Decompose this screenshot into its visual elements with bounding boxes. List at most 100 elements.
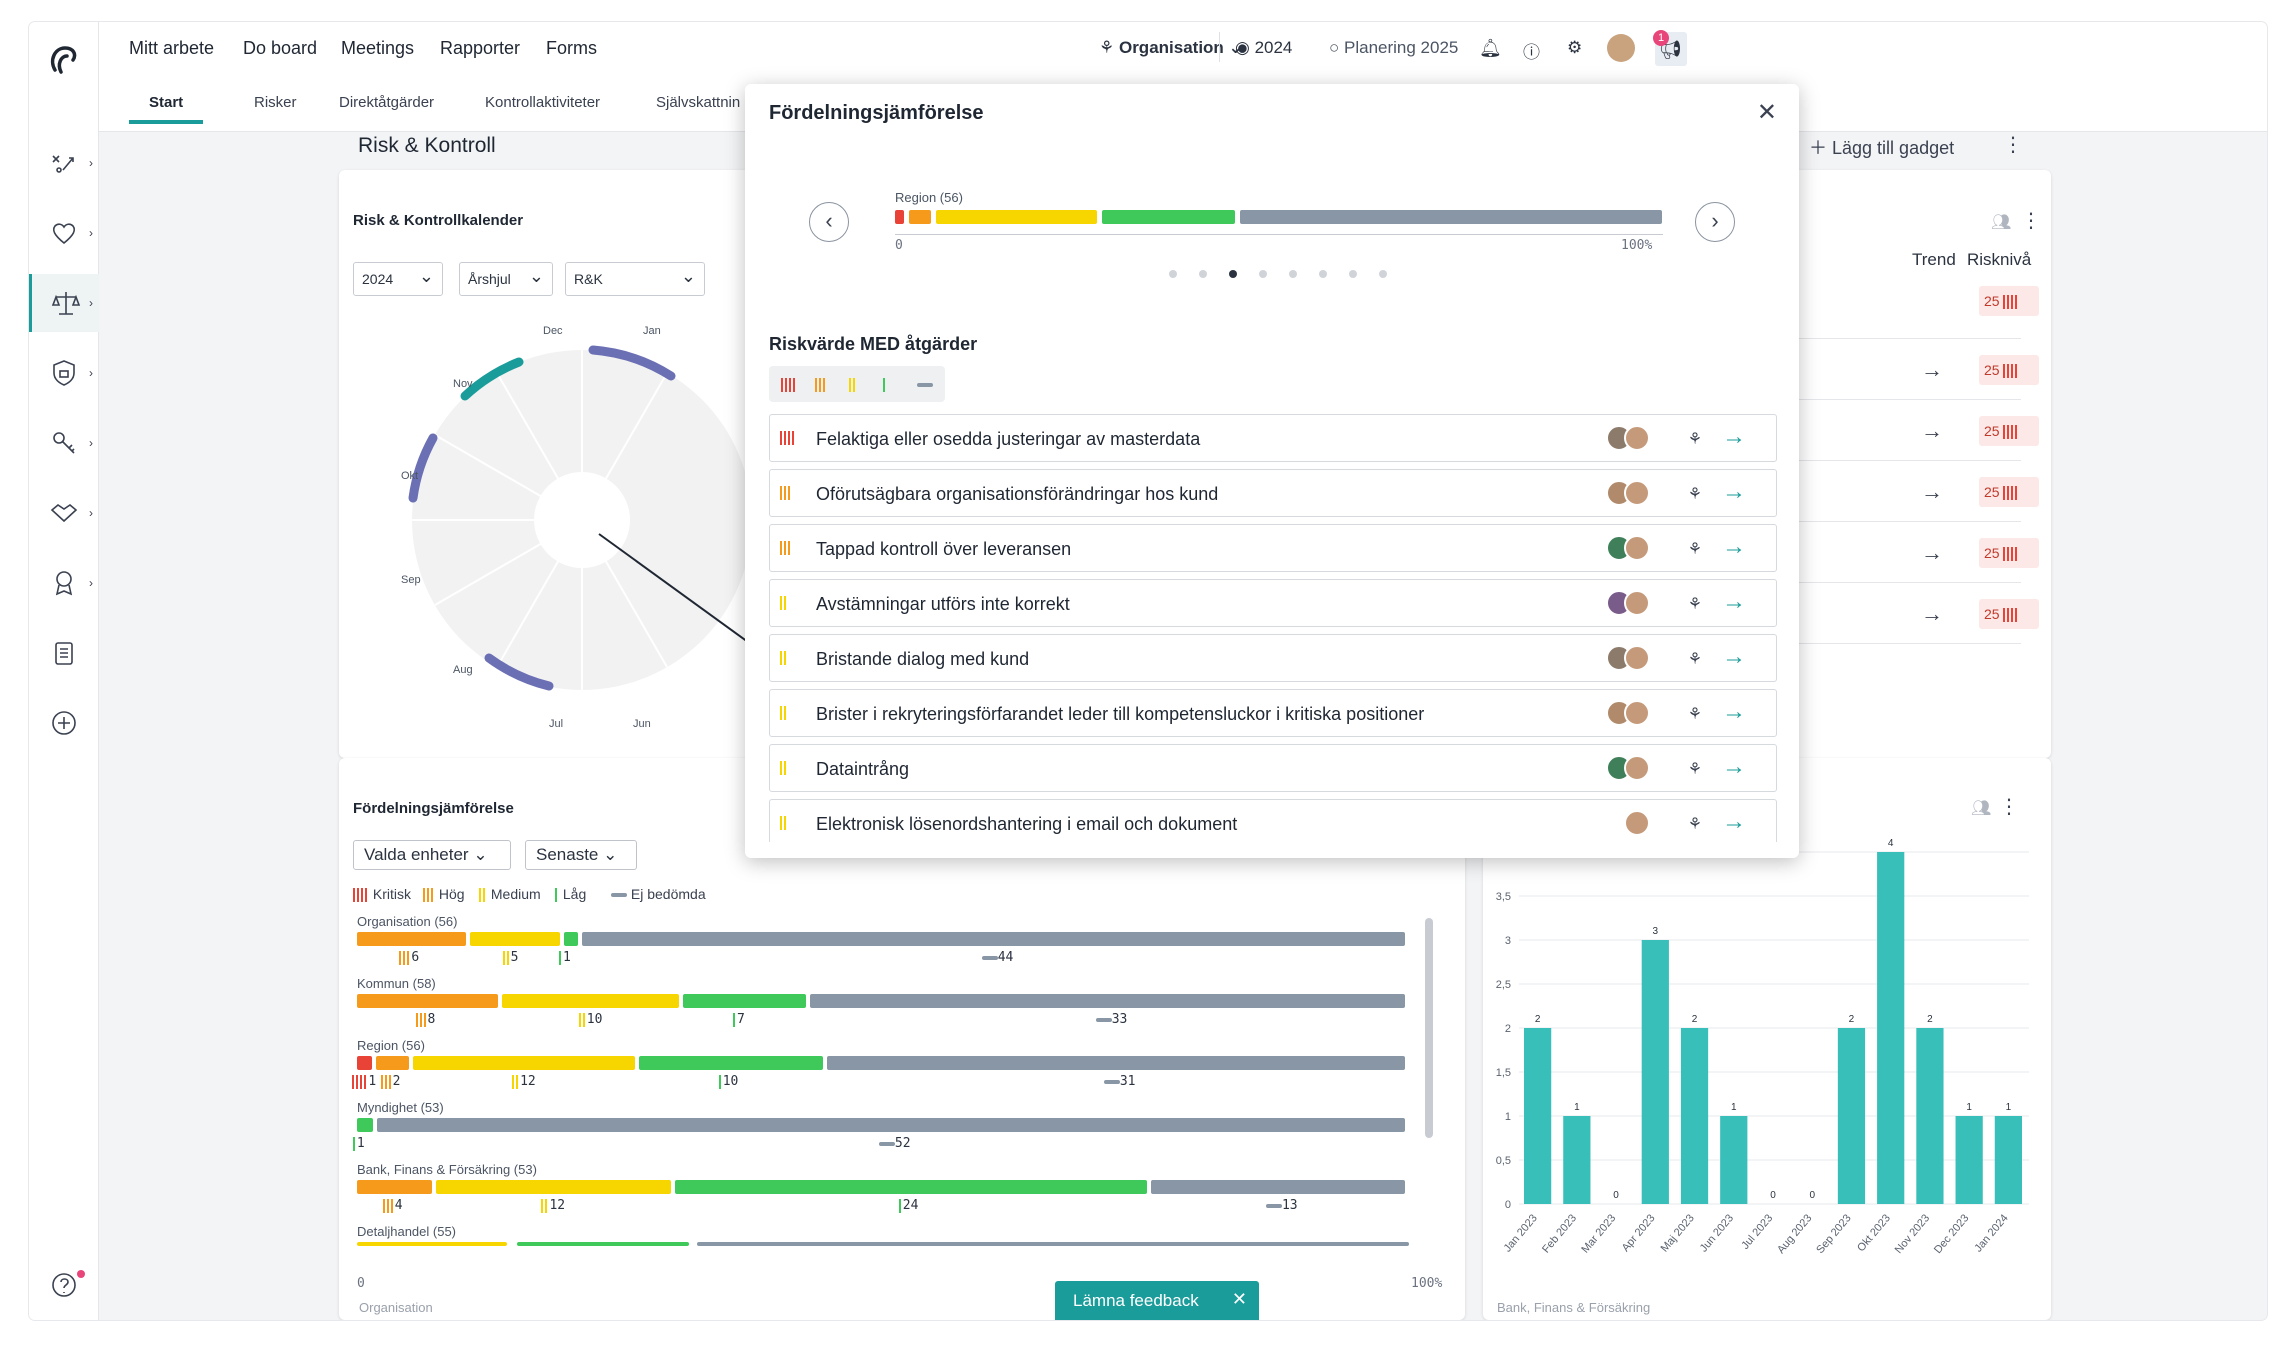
prev-button[interactable]: ‹ — [809, 202, 849, 242]
tab-start[interactable]: Start — [128, 94, 204, 124]
org-chart-icon[interactable]: ⚘ — [1688, 484, 1702, 504]
risk-row[interactable]: Brister i rekryteringsförfarandet leder … — [769, 689, 1777, 737]
units-dropdown[interactable]: Valda enheter ⌄ — [353, 840, 511, 870]
carousel-dot[interactable] — [1319, 270, 1327, 278]
bar-none[interactable] — [810, 994, 1405, 1008]
year-wheel[interactable] — [389, 320, 759, 700]
modal-bar-low[interactable] — [1101, 210, 1235, 224]
page-more-icon[interactable]: ⋮ — [2003, 132, 2023, 157]
carousel-dot[interactable] — [1349, 270, 1357, 278]
risk-title[interactable]: Elektronisk lösenordshantering i email o… — [816, 814, 1237, 835]
filter-crit-icon[interactable] — [781, 376, 797, 394]
sidebar-item-award[interactable]: › — [29, 554, 99, 612]
gear-icon[interactable]: ⚙ — [1567, 38, 1582, 58]
bar-none[interactable] — [697, 1242, 1409, 1246]
avatar[interactable] — [1624, 425, 1650, 451]
sidebar-item-health[interactable]: › — [29, 204, 99, 262]
bar-crit[interactable] — [357, 1056, 372, 1070]
arrow-right-icon[interactable]: → — [1722, 533, 1746, 561]
bar-med[interactable] — [469, 932, 560, 946]
year-select[interactable]: 2024 — [353, 262, 443, 296]
org-chart-icon[interactable]: ⚘ — [1688, 429, 1702, 449]
close-icon[interactable]: ✕ — [1757, 98, 1777, 127]
avatar[interactable] — [1624, 480, 1650, 506]
arrow-right-icon[interactable]: → — [1722, 588, 1746, 616]
bar-none[interactable] — [826, 1056, 1405, 1070]
avatar[interactable] — [1624, 755, 1650, 781]
risk-row[interactable]: Felaktiga eller osedda justeringar av ma… — [769, 414, 1777, 462]
sidebar-item-add[interactable] — [29, 694, 99, 752]
organisation-selector[interactable]: ⚘ Organisation ⌄ — [1099, 38, 1243, 58]
carousel-dot[interactable] — [1289, 270, 1297, 278]
planning-2025-radio[interactable]: ○ Planering 2025 — [1329, 38, 1458, 58]
bar-high[interactable] — [357, 994, 499, 1008]
card-more-icon[interactable]: ⋮ — [1999, 794, 2019, 819]
nav-meetings[interactable]: Meetings — [341, 38, 414, 59]
org-chart-icon[interactable]: ⚘ — [1688, 539, 1702, 559]
nav-rapporter[interactable]: Rapporter — [440, 38, 520, 59]
tab-sjalvskattning[interactable]: Självskattnin — [656, 94, 740, 111]
tab-kontrollaktiviteter[interactable]: Kontrollaktiviteter — [485, 94, 600, 111]
nav-mitt-arbete[interactable]: Mitt arbete — [129, 38, 214, 59]
add-gadget-button[interactable]: ＋ Lägg till gadget — [1809, 134, 1954, 160]
bar-med[interactable] — [357, 1242, 507, 1246]
nav-forms[interactable]: Forms — [546, 38, 597, 59]
org-chart-icon[interactable]: ⚘ — [1688, 594, 1702, 614]
filter-low-icon[interactable] — [883, 376, 887, 394]
arrow-right-icon[interactable]: → — [1722, 698, 1746, 726]
risk-row[interactable]: Dataintrång ⚘ → — [769, 744, 1777, 792]
org-chart-icon[interactable]: ⚘ — [1688, 814, 1702, 834]
help-button[interactable] — [29, 1256, 99, 1314]
org-chart-icon[interactable]: ⚘ — [1688, 704, 1702, 724]
carousel-dot[interactable] — [1199, 270, 1207, 278]
filter-med-icon[interactable] — [849, 376, 857, 394]
bar-high[interactable] — [357, 1180, 433, 1194]
carousel-dot[interactable] — [1229, 270, 1237, 278]
type-select[interactable]: R&K — [565, 262, 705, 296]
view-select[interactable]: Årshjul — [459, 262, 553, 296]
modal-bar-med[interactable] — [936, 210, 1097, 224]
close-icon[interactable]: ✕ — [1232, 1289, 1247, 1310]
bar-high[interactable] — [357, 932, 466, 946]
bar-low[interactable] — [683, 994, 807, 1008]
arrow-right-icon[interactable]: → — [1722, 478, 1746, 506]
users-icon[interactable]: 👥︎ — [1991, 212, 2011, 232]
carousel-dot[interactable] — [1379, 270, 1387, 278]
app-logo-icon[interactable] — [47, 42, 79, 78]
tab-risker[interactable]: Risker — [254, 94, 297, 111]
sidebar-item-risk[interactable]: › — [29, 274, 99, 332]
bar-low[interactable] — [674, 1180, 1147, 1194]
year-2024-radio[interactable]: ◉ 2024 — [1235, 38, 1292, 58]
modal-bar-crit[interactable] — [895, 210, 904, 224]
users-icon[interactable]: 👥︎ — [1971, 798, 1991, 818]
avatar[interactable] — [1624, 810, 1650, 836]
avatar[interactable] — [1624, 700, 1650, 726]
modal-bar-high[interactable] — [908, 210, 932, 224]
info-icon[interactable]: ⓘ — [1523, 38, 1540, 63]
bar-low[interactable] — [517, 1242, 689, 1246]
sidebar-item-handshake[interactable]: › — [29, 484, 99, 542]
risk-row[interactable]: Elektronisk lösenordshantering i email o… — [769, 799, 1777, 842]
bar-med[interactable] — [413, 1056, 635, 1070]
bar-low[interactable] — [563, 932, 579, 946]
sidebar-item-strategy[interactable]: › — [29, 134, 99, 192]
avatar[interactable] — [1624, 590, 1650, 616]
risk-title[interactable]: Brister i rekryteringsförfarandet leder … — [816, 704, 1424, 725]
nav-do-board[interactable]: Do board — [243, 38, 317, 59]
carousel-dot[interactable] — [1169, 270, 1177, 278]
bar-med[interactable] — [502, 994, 680, 1008]
sidebar-item-documents[interactable] — [29, 624, 99, 682]
next-button[interactable]: › — [1695, 202, 1735, 242]
bar-none[interactable] — [582, 932, 1405, 946]
org-chart-icon[interactable]: ⚘ — [1688, 649, 1702, 669]
bar-med[interactable] — [436, 1180, 671, 1194]
risk-row[interactable]: Oförutsägbara organisationsförändringar … — [769, 469, 1777, 517]
risk-title[interactable]: Tappad kontroll över leveransen — [816, 539, 1071, 560]
risk-row[interactable]: Tappad kontroll över leveransen ⚘ → — [769, 524, 1777, 572]
bar-none[interactable] — [376, 1118, 1405, 1132]
filter-none-icon[interactable] — [917, 376, 933, 394]
bell-icon[interactable]: 🔔︎ — [1479, 38, 1502, 59]
sidebar-item-security[interactable]: › — [29, 344, 99, 402]
arrow-right-icon[interactable]: → — [1722, 808, 1746, 836]
level-filter[interactable] — [769, 366, 945, 402]
